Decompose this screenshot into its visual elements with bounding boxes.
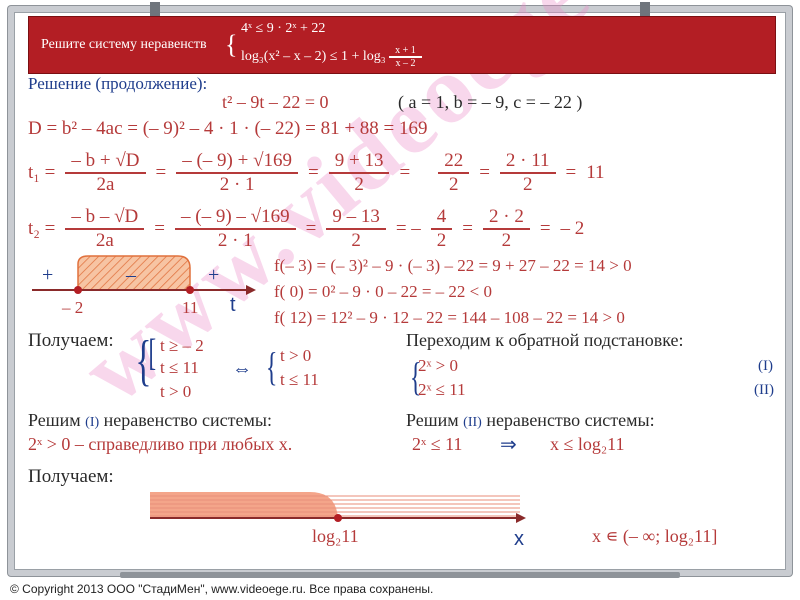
implies-arrow: ⇒	[500, 434, 517, 456]
f-check-2: f( 0) = 0² – 9 · 0 – 22 = – 22 < 0	[274, 282, 493, 301]
t2-row: t₂ = – b – √D 2a = – (– 9) – √169 2 · 1 = …	[28, 206, 585, 251]
cond-c: t > 0	[160, 382, 192, 401]
axis-var-t: t	[230, 294, 236, 316]
coefficients: ( a = 1, b = – 9, c = – 22 )	[398, 92, 583, 112]
tag-II: (II)	[754, 382, 774, 398]
solve1-title: Решим (I) неравенство системы:	[28, 410, 272, 430]
quadratic-equation: t² – 9t – 22 = 0	[222, 92, 329, 112]
number-line-t	[32, 255, 256, 295]
bracket-inner: [	[148, 332, 157, 374]
solve2-body-b: x ≤ log₂11	[550, 434, 625, 454]
t1-result: 11	[586, 162, 605, 183]
solution-title: Решение (продолжение):	[28, 74, 208, 93]
t1-row: t₁ = – b + √D 2a = – (– 9) + √169 2 · 1 = …	[28, 150, 605, 195]
cond-e: t ≤ 11	[280, 370, 319, 389]
task-eq1: 4ˣ ≤ 9 · 2ˣ + 22	[241, 21, 326, 36]
reverse-l2: 2ˣ ≤ 11	[418, 380, 466, 399]
get1-label: Получаем:	[28, 330, 114, 351]
tag-I: (I)	[758, 358, 773, 374]
get2-label: Получаем:	[28, 466, 114, 487]
sign-plus-left: +	[42, 264, 54, 286]
board-clip	[640, 2, 650, 16]
copyright: © Copyright 2013 ООО "СтадиМен", www.vid…	[10, 582, 434, 596]
label-11: 11	[182, 298, 199, 317]
board-clip	[150, 2, 160, 16]
reverse-title: Переходим к обратной подстановке:	[406, 330, 684, 350]
task-banner: Решите систему неравенств { 4ˣ ≤ 9 · 2ˣ …	[28, 16, 776, 74]
discriminant: D = b² – 4ac = (– 9)² – 4 · 1 · (– 22) =…	[28, 118, 428, 139]
reverse-l1: 2ˣ > 0	[418, 356, 459, 375]
label-log2-11: log₂11	[312, 526, 359, 546]
point-log2-11	[334, 514, 342, 522]
t1-label: t₁ =	[28, 162, 56, 183]
solve2-body-a: 2ˣ ≤ 11	[412, 434, 463, 454]
sign-minus: –	[126, 264, 136, 286]
f-check-3: f( 12) = 12² – 9 · 12 – 22 = 144 – 108 –…	[274, 308, 625, 327]
brace-result: {	[265, 344, 278, 389]
system-brace: {	[225, 30, 238, 59]
task-label: Решите систему неравенств	[41, 37, 207, 52]
axis-var-x: x	[514, 528, 524, 550]
cond-b: t ≤ 11	[160, 358, 199, 377]
point-minus-2	[74, 286, 82, 294]
f-check-1: f(– 3) = (– 3)² – 9 · (– 3) – 22 = 9 + 2…	[274, 256, 632, 275]
t2-result: – 2	[560, 218, 585, 239]
point-11	[186, 286, 194, 294]
t2-label: t₂ =	[28, 218, 56, 239]
cond-d: t > 0	[280, 346, 312, 365]
label-minus-2: – 2	[62, 298, 84, 317]
solve2-title: Решим (II) неравенство системы:	[406, 410, 655, 430]
task-eq2: log₃(x² – x – 2) ≤ 1 + log₃ x + 1x – 2	[241, 45, 422, 69]
solve1-body: 2ˣ > 0 – справедливо при любых x.	[28, 434, 293, 454]
equiv-sign: ⇔	[232, 358, 252, 380]
sign-plus-right: +	[208, 264, 220, 286]
final-answer: x ∊ (– ∞; log₂11]	[592, 526, 718, 546]
board-tray	[120, 572, 680, 578]
axis-arrow	[246, 285, 256, 295]
axis-arrow-x	[516, 513, 526, 523]
cond-a: t ≥ – 2	[160, 336, 204, 355]
